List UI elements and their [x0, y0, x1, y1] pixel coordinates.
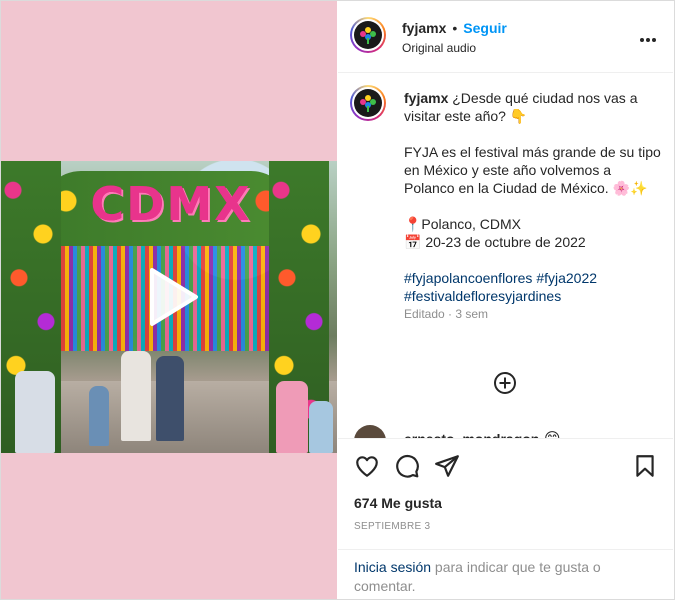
- author-username[interactable]: fyjamx: [402, 20, 446, 36]
- comment-emoji: 😊: [544, 431, 561, 438]
- post-header: fyjamx • Seguir Original audio: [338, 1, 673, 73]
- commenter-username[interactable]: ernesto_mondragon: [404, 431, 539, 438]
- avatar[interactable]: [350, 17, 386, 53]
- bookmark-icon: [636, 455, 654, 477]
- edited-timestamp: Editado · 3 sem: [404, 307, 489, 321]
- fyja-logo-icon: [360, 27, 376, 44]
- caption-line-2: FYJA es el festival más grande de su tip…: [404, 144, 661, 196]
- caption-username[interactable]: fyjamx: [404, 90, 448, 106]
- follow-button[interactable]: Seguir: [463, 20, 507, 36]
- audio-label[interactable]: Original audio: [402, 41, 476, 55]
- person: [156, 356, 184, 441]
- caption-area: fyjamx ¿Desde qué ciudad nos vas a visit…: [338, 73, 673, 438]
- load-more-comments-button[interactable]: [493, 371, 517, 395]
- share-icon: [435, 455, 459, 477]
- caption-text: fyjamx ¿Desde qué ciudad nos vas a visit…: [404, 89, 662, 323]
- add-circle-icon: [494, 372, 516, 394]
- caption-location: 📍Polanco, CDMX: [404, 216, 522, 232]
- caption-avatar[interactable]: [350, 85, 386, 121]
- like-button[interactable]: [354, 453, 380, 479]
- person: [276, 381, 308, 453]
- hashtag-link[interactable]: #festivaldefloresyjardines: [404, 288, 561, 304]
- login-prompt: Inicia sesión para indicar que te gusta …: [338, 549, 673, 600]
- commenter-avatar[interactable]: [354, 425, 386, 438]
- share-button[interactable]: [434, 453, 460, 479]
- comment-preview: ernesto_mondragon 😊: [354, 425, 673, 438]
- person: [15, 371, 55, 453]
- fyja-logo-icon: [360, 95, 376, 112]
- separator-dot: •: [452, 20, 458, 36]
- arch-sign: CDMX: [90, 177, 252, 231]
- more-icon: [640, 38, 656, 42]
- post-date[interactable]: SEPTIEMBRE 3: [354, 521, 430, 532]
- post-side-panel: fyjamx • Seguir Original audio fyjamx ¿D…: [338, 1, 673, 599]
- comment-icon: [396, 454, 419, 478]
- play-button[interactable]: [138, 264, 204, 330]
- more-options-button[interactable]: [639, 27, 657, 48]
- heart-icon: [356, 456, 378, 477]
- save-button[interactable]: [632, 453, 658, 479]
- media-panel: CDMX: [1, 1, 337, 599]
- person: [121, 351, 151, 441]
- person: [89, 386, 109, 446]
- login-link[interactable]: Inicia sesión: [354, 559, 431, 575]
- likes-count[interactable]: 674 Me gusta: [354, 495, 442, 511]
- hashtag-link[interactable]: #fyja2022: [536, 270, 597, 286]
- play-icon: [150, 268, 198, 326]
- actions-bar: 674 Me gusta SEPTIEMBRE 3: [338, 438, 673, 549]
- person: [309, 401, 333, 453]
- comment-button[interactable]: [394, 453, 420, 479]
- login-prompt-text: Inicia sesión para indicar que te gusta …: [354, 558, 654, 596]
- caption-dates: 📅 20-23 de octubre de 2022: [404, 234, 586, 250]
- hashtag-link[interactable]: #fyjapolancoenflores: [404, 270, 532, 286]
